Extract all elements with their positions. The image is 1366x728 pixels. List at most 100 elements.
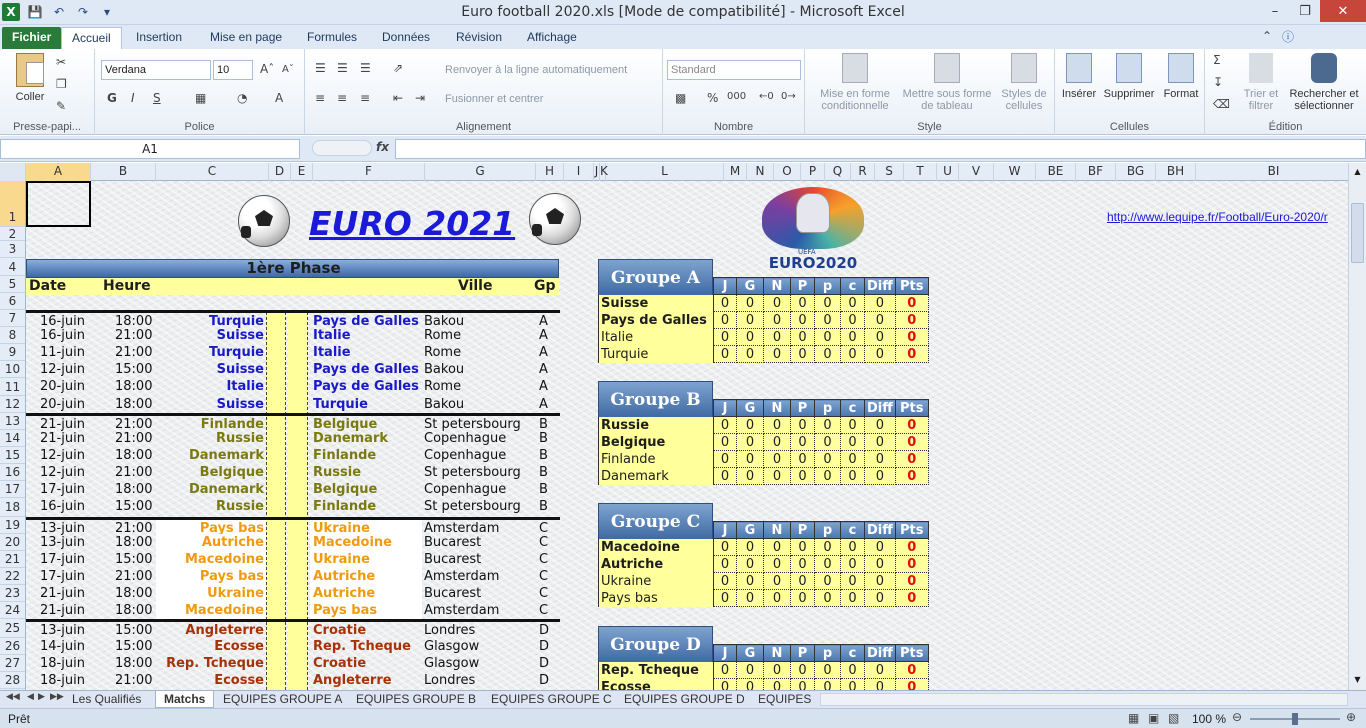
column-header[interactable]: C — [156, 163, 269, 181]
standings-row[interactable]: Ecosse 0 0 0 0 0 0 0 0 — [598, 678, 929, 690]
column-header[interactable]: O — [774, 163, 801, 181]
row-header[interactable]: 6 — [0, 293, 25, 310]
lequipe-link[interactable]: http://www.lequipe.fr/Football/Euro-2020… — [1107, 209, 1328, 226]
row-header[interactable]: 21 — [0, 551, 25, 568]
find-select-button[interactable]: Rechercher et sélectionner — [1283, 53, 1365, 112]
column-header[interactable]: E — [291, 163, 313, 181]
row-header[interactable]: 18 — [0, 498, 25, 517]
font-name-select[interactable]: Verdana — [101, 60, 211, 80]
column-header[interactable]: N — [747, 163, 774, 181]
row-header[interactable]: 7 — [0, 310, 25, 327]
zoom-in-icon[interactable]: ⊕ — [1346, 710, 1356, 724]
row-header[interactable]: 15 — [0, 447, 25, 464]
match-row[interactable]: 13-juin 21:00 Pays bas Ukraine Amsterdam C — [26, 517, 560, 536]
cell-styles-button[interactable]: Styles de cellules — [997, 53, 1051, 112]
match-row[interactable]: 21-juin 21:00 Finlande Belgique St petersbou… — [26, 413, 560, 432]
column-header[interactable]: B — [91, 163, 156, 181]
italic-button[interactable]: I — [131, 91, 135, 105]
row-header[interactable]: 1 — [0, 181, 25, 227]
column-header[interactable]: S — [875, 163, 904, 181]
column-header[interactable]: M — [724, 163, 747, 181]
align-left-icon[interactable]: ≡ — [315, 91, 325, 105]
column-header[interactable]: BI — [1196, 163, 1352, 181]
row-header[interactable]: 16 — [0, 464, 25, 481]
close-button[interactable]: ✕ — [1320, 0, 1366, 22]
match-row[interactable]: 12-juin 15:00 Suisse Pays de Galles Bakou A — [26, 361, 560, 378]
collapse-ribbon-icon[interactable]: ⌃ — [1262, 29, 1272, 43]
next-sheet-icon[interactable]: ▶ — [38, 692, 45, 702]
row-header[interactable]: 19 — [0, 517, 25, 534]
match-row[interactable]: 20-juin 18:00 Italie Pays de Galles Rome A — [26, 378, 560, 396]
match-row[interactable]: 20-juin 18:00 Suisse Turquie Bakou A — [26, 396, 560, 413]
tab-fichier[interactable]: Fichier — [2, 27, 62, 49]
row-header[interactable]: 20 — [0, 534, 25, 551]
align-bottom-icon[interactable]: ☰ — [360, 61, 371, 75]
scroll-down-icon[interactable]: ▼ — [1351, 675, 1364, 687]
match-row[interactable]: 21-juin 21:00 Russie Danemark Copenhague B — [26, 430, 560, 447]
active-cell-a1[interactable] — [26, 181, 91, 227]
borders-icon[interactable]: ▦ — [195, 91, 206, 105]
tab-formules[interactable]: Formules — [297, 27, 367, 49]
help-icon[interactable]: ⓘ — [1282, 28, 1294, 45]
wrap-text-button[interactable]: Renvoyer à la ligne automatiquement — [445, 64, 660, 76]
accounting-icon[interactable]: ▩ — [675, 91, 686, 105]
row-header[interactable]: 13 — [0, 413, 25, 430]
minimize-button[interactable]: – — [1260, 0, 1290, 22]
row-header[interactable]: 26 — [0, 638, 25, 655]
vertical-scrollbar[interactable]: ▲ ▼ — [1348, 163, 1366, 690]
standings-row[interactable]: Italie 0 0 0 0 0 0 0 0 — [598, 328, 929, 346]
formula-input[interactable] — [395, 139, 1366, 159]
standings-row[interactable]: Pays de Galles 0 0 0 0 0 0 0 0 — [598, 311, 929, 329]
row-header[interactable]: 12 — [0, 396, 25, 413]
standings-row[interactable]: Pays bas 0 0 0 0 0 0 0 0 — [598, 589, 929, 607]
paste-button[interactable]: Coller — [10, 53, 50, 123]
orientation-icon[interactable]: ⇗ — [393, 61, 403, 75]
column-header[interactable]: H — [536, 163, 564, 181]
tab-donnees[interactable]: Données — [372, 27, 440, 49]
match-row[interactable]: 18-juin 18:00 Rep. Tcheque Croatie Glasgow D — [26, 655, 560, 672]
conditional-format-button[interactable]: Mise en forme conditionnelle — [813, 53, 897, 112]
match-row[interactable]: 13-juin 18:00 Autriche Macedoine Bucarest C — [26, 534, 560, 551]
normal-view-icon[interactable]: ▦ — [1128, 711, 1139, 725]
grow-font-icon[interactable]: Aˆ — [260, 62, 274, 76]
fx-icon[interactable]: fx — [376, 140, 389, 154]
decrease-indent-icon[interactable]: ⇤ — [393, 91, 403, 105]
row-header[interactable]: 14 — [0, 430, 25, 447]
scroll-up-icon[interactable]: ▲ — [1351, 167, 1364, 179]
row-header[interactable]: 2 — [0, 227, 25, 241]
column-header[interactable]: Q — [825, 163, 851, 181]
first-sheet-icon[interactable]: ◀◀ — [6, 692, 20, 702]
sheet-tab[interactable]: EQUIPES GROUPE C — [483, 691, 620, 708]
row-header[interactable]: 24 — [0, 602, 25, 619]
row-header[interactable]: 10 — [0, 361, 25, 378]
match-row[interactable]: 11-juin 21:00 Turquie Italie Rome A — [26, 344, 560, 361]
standings-row[interactable]: Russie 0 0 0 0 0 0 0 0 — [598, 416, 929, 434]
select-all-corner[interactable] — [0, 163, 26, 181]
cut-icon[interactable]: ✂ — [56, 55, 66, 69]
sheet-tab[interactable]: Matchs — [155, 691, 215, 708]
sheet-tab[interactable]: EQUIPES — [750, 691, 819, 708]
merge-center-button[interactable]: Fusionner et centrer — [445, 93, 660, 105]
tab-insertion[interactable]: Insertion — [126, 27, 192, 49]
column-header[interactable]: BE — [1036, 163, 1076, 181]
zoom-slider[interactable] — [1250, 713, 1340, 725]
column-header[interactable]: BF — [1076, 163, 1116, 181]
row-header[interactable]: 5 — [0, 276, 25, 293]
clear-icon[interactable]: ⌫ — [1213, 97, 1230, 111]
format-painter-icon[interactable]: ✎ — [56, 99, 66, 113]
name-box[interactable]: A1 — [0, 139, 300, 159]
percent-button[interactable]: % — [707, 91, 718, 105]
column-header[interactable]: P — [801, 163, 825, 181]
match-row[interactable]: 14-juin 15:00 Ecosse Rep. Tcheque Glasgow D — [26, 638, 560, 655]
row-header[interactable]: 3 — [0, 241, 25, 258]
column-header[interactable]: R — [851, 163, 875, 181]
column-header[interactable]: V — [959, 163, 994, 181]
thousands-button[interactable]: 000 — [727, 91, 746, 102]
fill-color-icon[interactable]: ◔ — [237, 91, 247, 105]
format-as-table-button[interactable]: Mettre sous forme de tableau — [899, 53, 995, 112]
decrease-decimal-icon[interactable]: 0→ — [781, 91, 796, 102]
row-header[interactable]: 25 — [0, 619, 25, 638]
column-header[interactable]: D — [269, 163, 291, 181]
copy-icon[interactable]: ❐ — [56, 77, 67, 91]
row-header[interactable]: 8 — [0, 327, 25, 344]
